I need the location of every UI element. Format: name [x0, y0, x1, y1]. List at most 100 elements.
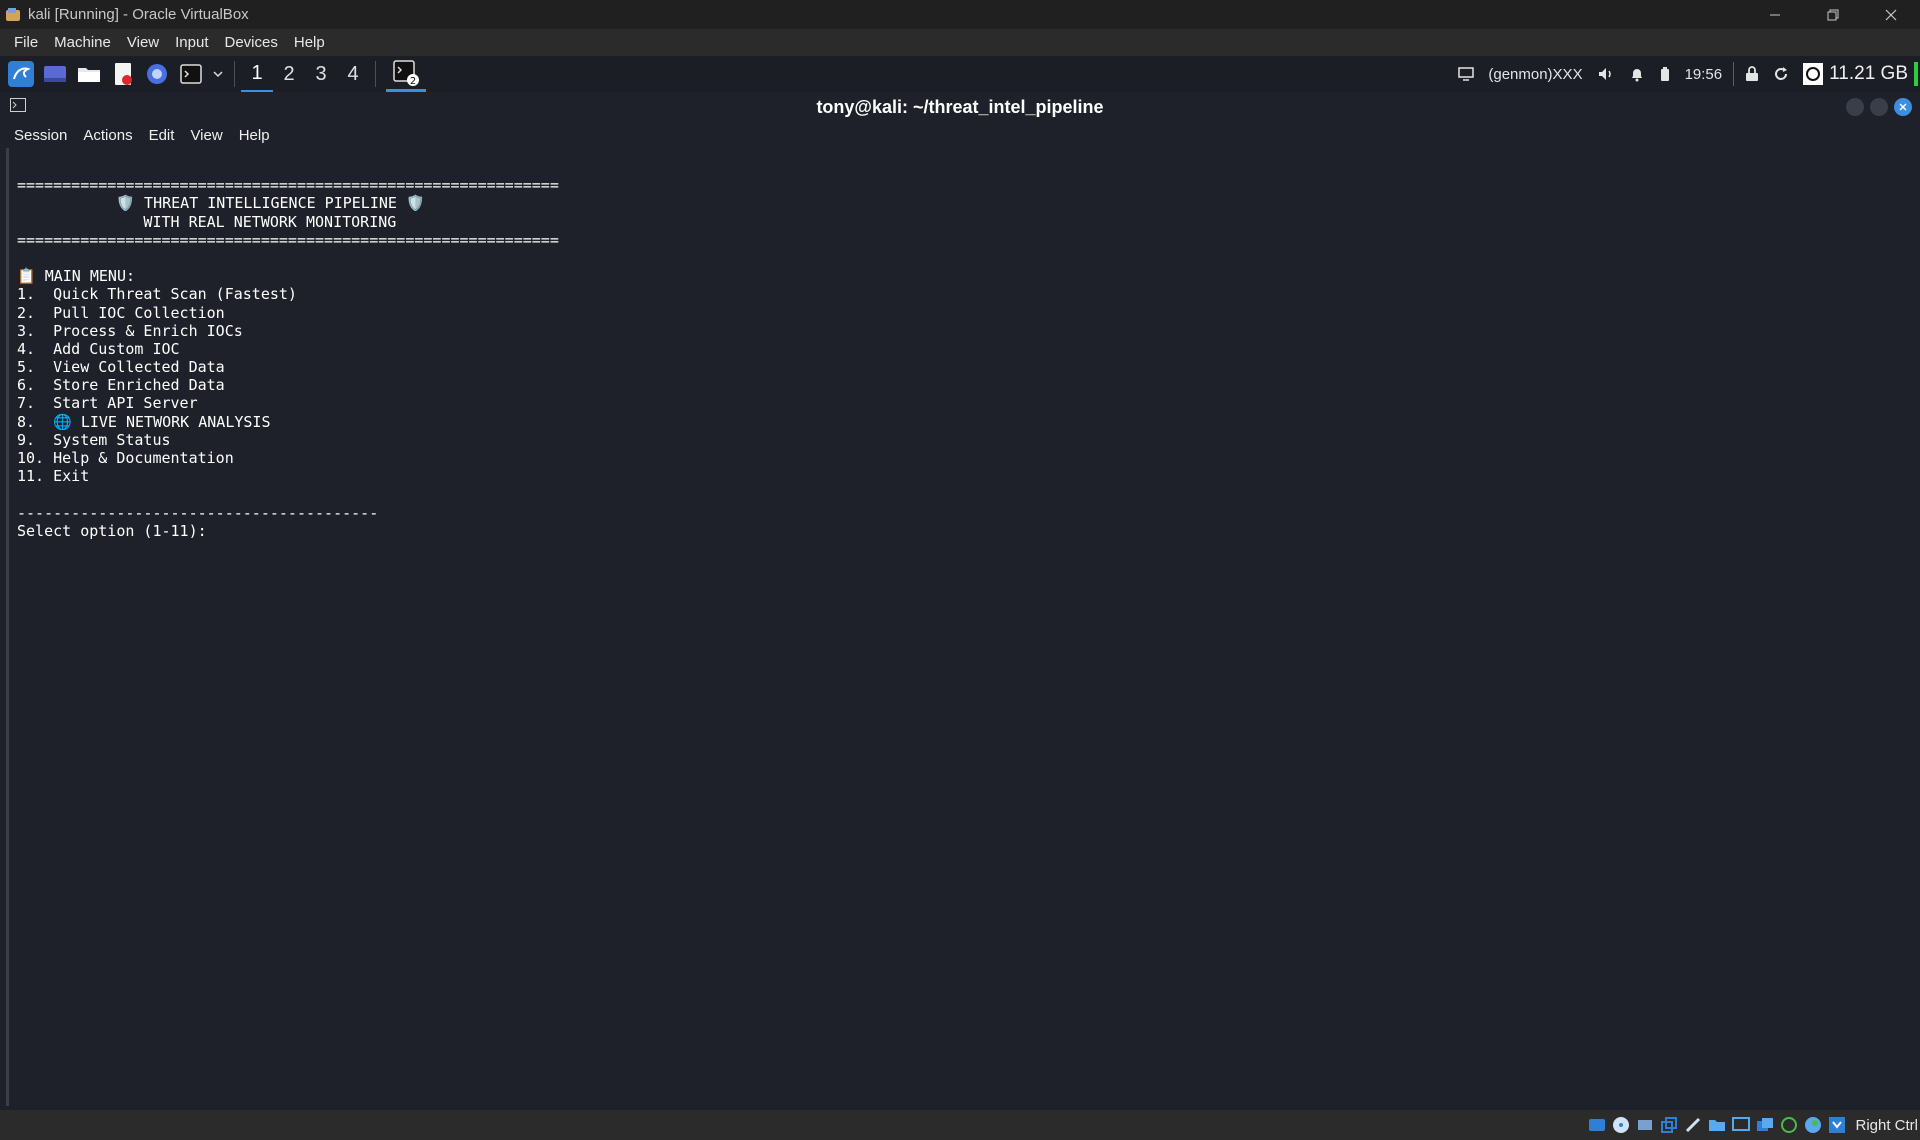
terminal-prompt[interactable]: Select option (1-11): — [17, 522, 1914, 540]
terminal-menu-help[interactable]: Help — [231, 127, 278, 144]
terminal-line: 🛡️ THREAT INTELLIGENCE PIPELINE 🛡️ — [17, 194, 425, 213]
terminal-line: 5. View Collected Data — [17, 358, 225, 377]
host-window-titlebar: kali [Running] - Oracle VirtualBox — [0, 0, 1920, 29]
terminal-maximize-button[interactable] — [1870, 98, 1888, 116]
battery-icon[interactable] — [1659, 66, 1671, 82]
terminal-menu-edit[interactable]: Edit — [141, 127, 183, 144]
taskbar-terminal-button[interactable]: 2 — [386, 56, 426, 92]
keyboard-capture-icon[interactable] — [1827, 1115, 1847, 1135]
terminal-line: 9. System Status — [17, 430, 171, 449]
terminal-line: ========================================… — [17, 230, 559, 249]
display-icon[interactable] — [1458, 67, 1475, 81]
terminal-title: tony@kali: ~/threat_intel_pipeline — [816, 96, 1104, 117]
terminal-launcher[interactable] — [177, 60, 205, 88]
lock-screen-icon[interactable] — [1745, 66, 1759, 82]
memory-usage-bar — [1914, 62, 1918, 86]
host-window-title: kali [Running] - Oracle VirtualBox — [28, 6, 249, 23]
system-monitor-icon[interactable] — [1803, 63, 1824, 85]
network-icon[interactable] — [1659, 1115, 1679, 1135]
panel-separator — [1733, 62, 1735, 86]
kali-dragon-icon — [8, 61, 34, 87]
host-menubar: File Machine View Input Devices Help — [0, 29, 1920, 56]
web-browser-launcher[interactable] — [143, 60, 171, 88]
terminal-line: 6. Store Enriched Data — [17, 376, 225, 395]
host-menu-input[interactable]: Input — [167, 29, 216, 56]
chevron-down-icon — [213, 71, 223, 78]
host-menu-file[interactable]: File — [6, 29, 46, 56]
refresh-icon[interactable] — [1773, 66, 1789, 82]
text-editor-launcher[interactable] — [109, 60, 137, 88]
terminal-line: 1. Quick Threat Scan (Fastest) — [17, 285, 297, 304]
host-menu-devices[interactable]: Devices — [217, 29, 286, 56]
terminal-line: 3. Process & Enrich IOCs — [17, 321, 243, 340]
terminal-close-button[interactable] — [1894, 98, 1912, 116]
host-key-label: Right Ctrl — [1855, 1116, 1918, 1134]
desktop-icon — [44, 66, 66, 82]
guest-additions-icon[interactable] — [1779, 1115, 1799, 1135]
workspace-4[interactable]: 4 — [337, 56, 369, 92]
minimize-button[interactable] — [1746, 0, 1804, 29]
terminal-line: 4. Add Custom IOC — [17, 339, 180, 358]
terminal-line: 10. Help & Documentation — [17, 449, 234, 467]
shared-folders-icon[interactable] — [1707, 1115, 1727, 1135]
host-statusbar: Right Ctrl — [0, 1110, 1920, 1140]
minimize-icon — [1770, 14, 1780, 15]
taskbar-window-count: 2 — [410, 76, 416, 86]
mouse-integration-icon[interactable] — [1803, 1115, 1823, 1135]
terminal-window-icon: 2 — [393, 59, 419, 86]
restore-button[interactable] — [1804, 0, 1862, 29]
terminal-line: 📋 MAIN MENU: — [17, 267, 136, 286]
folder-icon — [78, 68, 100, 82]
panel-separator — [375, 61, 376, 87]
terminal-icon — [180, 64, 202, 84]
clock[interactable]: 19:56 — [1685, 66, 1723, 83]
kali-menu-button[interactable] — [7, 60, 35, 88]
terminal-line: 7. Start API Server — [17, 394, 198, 413]
workspace-2[interactable]: 2 — [273, 56, 305, 92]
panel-separator — [234, 61, 235, 87]
volume-icon[interactable] — [1597, 66, 1615, 82]
browser-icon — [147, 64, 167, 84]
terminal-line: 11. Exit — [17, 467, 90, 486]
host-menu-machine[interactable]: Machine — [46, 29, 119, 56]
terminal-minimize-button[interactable] — [1846, 98, 1864, 116]
terminal-line: WITH REAL NETWORK MONITORING — [17, 212, 397, 231]
host-menu-help[interactable]: Help — [286, 29, 333, 56]
usb-icon[interactable] — [1683, 1115, 1703, 1135]
genmon-label: (genmon)XXX — [1488, 65, 1583, 83]
terminal-titlebar: tony@kali: ~/threat_intel_pipeline — [0, 92, 1920, 122]
kali-top-panel: 1 2 3 4 2 (genmon)XXX 19:56 11.21 GB — [0, 56, 1920, 92]
video-capture-icon[interactable] — [1755, 1115, 1775, 1135]
terminal-app-icon — [10, 98, 26, 117]
terminal-window: tony@kali: ~/threat_intel_pipeline Sessi… — [0, 92, 1920, 1110]
workspace-3[interactable]: 3 — [305, 56, 337, 92]
terminal-menu-session[interactable]: Session — [6, 127, 75, 144]
terminal-line: ---------------------------------------- — [17, 503, 379, 522]
close-icon — [1899, 103, 1907, 111]
audio-icon[interactable] — [1635, 1115, 1655, 1135]
file-manager-launcher[interactable] — [75, 60, 103, 88]
memory-usage: 11.21 GB — [1829, 63, 1908, 84]
show-desktop-button[interactable] — [41, 60, 69, 88]
restore-icon — [1827, 9, 1839, 20]
terminal-line: ========================================… — [17, 176, 559, 195]
terminal-dropdown-button[interactable] — [211, 60, 225, 88]
host-menu-view[interactable]: View — [119, 29, 167, 56]
optical-drive-icon[interactable] — [1611, 1115, 1631, 1135]
notifications-bell-icon[interactable] — [1629, 66, 1645, 82]
terminal-menubar: Session Actions Edit View Help — [0, 122, 1920, 148]
hard-disk-icon[interactable] — [1587, 1115, 1607, 1135]
virtualbox-icon — [4, 6, 22, 24]
close-icon — [1885, 9, 1897, 20]
terminal-line: 8. 🌐 LIVE NETWORK ANALYSIS — [17, 412, 271, 431]
terminal-line: 2. Pull IOC Collection — [17, 303, 225, 322]
terminal-output[interactable]: ========================================… — [6, 148, 1914, 1106]
workspace-1[interactable]: 1 — [241, 56, 273, 92]
terminal-menu-actions[interactable]: Actions — [75, 127, 140, 144]
close-button[interactable] — [1862, 0, 1920, 29]
terminal-menu-view[interactable]: View — [182, 127, 230, 144]
display-icon[interactable] — [1731, 1115, 1751, 1135]
